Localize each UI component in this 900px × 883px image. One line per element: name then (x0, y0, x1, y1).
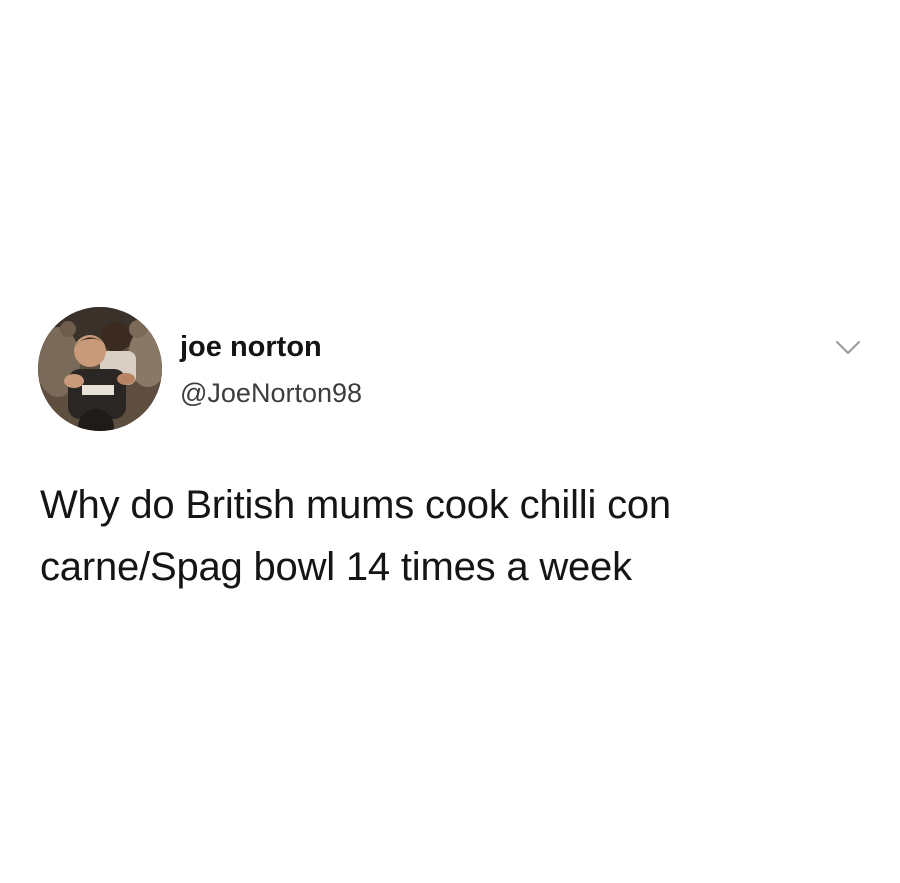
chevron-down-icon (836, 341, 860, 354)
tweet-text-line: Why do British mums cook chilli con (40, 483, 671, 527)
avatar[interactable] (38, 307, 162, 431)
profile-photo-icon (38, 307, 162, 431)
display-name[interactable]: joe norton (180, 330, 322, 364)
tweet-text: Why do British mums cook chilli con carn… (40, 474, 860, 598)
tweet-card: joe norton @JoeNorton98 Why do British m… (0, 0, 900, 883)
tweet-menu-button[interactable] (833, 335, 863, 359)
user-handle[interactable]: @JoeNorton98 (180, 377, 362, 409)
tweet-text-line: carne/Spag bowl 14 times a week (40, 545, 632, 589)
